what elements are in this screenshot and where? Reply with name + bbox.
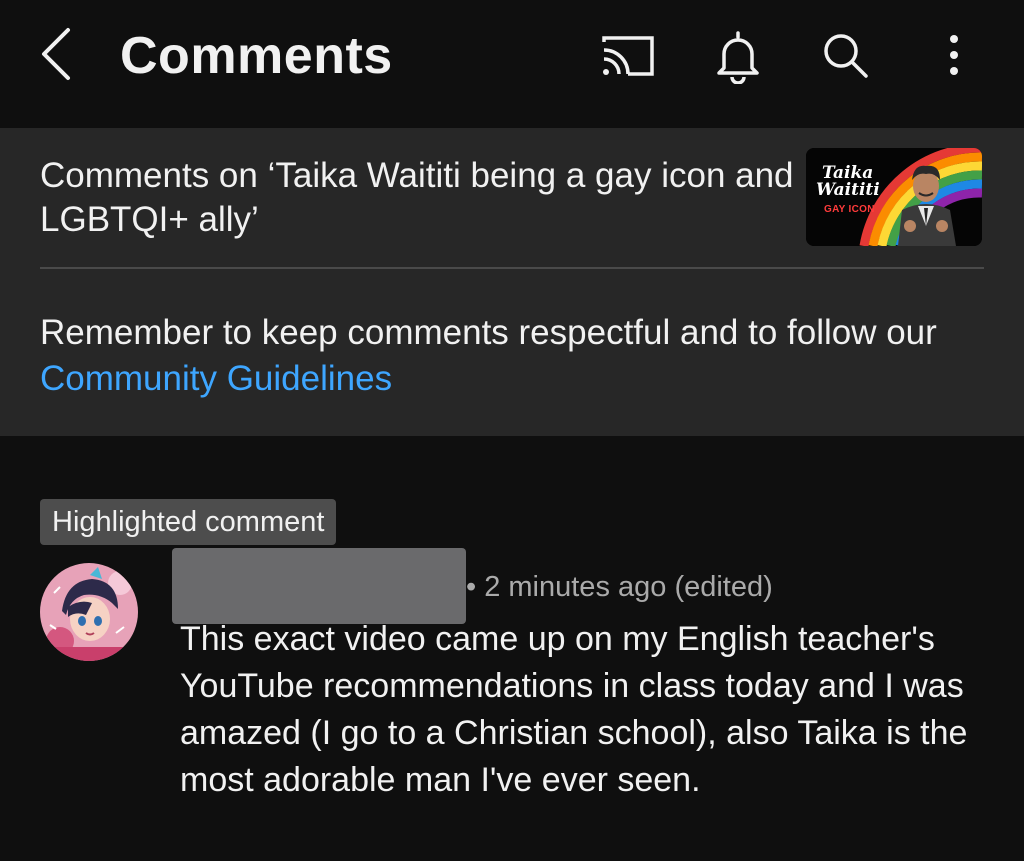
cast-button[interactable] xyxy=(598,28,654,84)
thumbnail-text-line3: GAY ICON xyxy=(824,204,875,215)
notifications-button[interactable] xyxy=(710,28,766,85)
thumbnail-text-line2: Waititi xyxy=(816,180,880,200)
cast-icon xyxy=(602,36,654,76)
highlighted-comment-badge: Highlighted comment xyxy=(40,499,337,545)
comments-header-panel: Comments on ‘Taika Waititi being a gay i… xyxy=(0,128,1024,436)
page-title: Comments xyxy=(120,27,393,85)
app-screen: Comments Comments on ‘Taika Waititi bein… xyxy=(0,0,1024,861)
top-app-bar: Comments xyxy=(0,0,1024,128)
comment-timestamp: • 2 minutes ago (edited) xyxy=(466,571,773,603)
redacted-username[interactable] xyxy=(172,548,466,624)
back-button[interactable] xyxy=(32,22,88,86)
more-options-button[interactable] xyxy=(926,28,982,84)
guidelines-notice: Remember to keep comments respectful and… xyxy=(40,310,990,402)
more-vertical-icon xyxy=(950,35,958,75)
back-chevron-icon xyxy=(42,28,70,80)
video-thumbnail[interactable]: Taika Waititi GAY ICON xyxy=(806,148,982,246)
search-button[interactable] xyxy=(818,28,874,84)
user-avatar-image xyxy=(40,563,138,661)
guidelines-text: Remember to keep comments respectful and… xyxy=(40,313,937,352)
search-icon xyxy=(824,34,868,78)
bell-icon xyxy=(717,31,759,85)
divider xyxy=(40,267,984,269)
community-guidelines-link[interactable]: Community Guidelines xyxy=(40,359,392,398)
comment-text: This exact video came up on my English t… xyxy=(180,620,968,799)
video-title: Comments on ‘Taika Waititi being a gay i… xyxy=(40,156,794,239)
avatar[interactable] xyxy=(40,563,138,661)
